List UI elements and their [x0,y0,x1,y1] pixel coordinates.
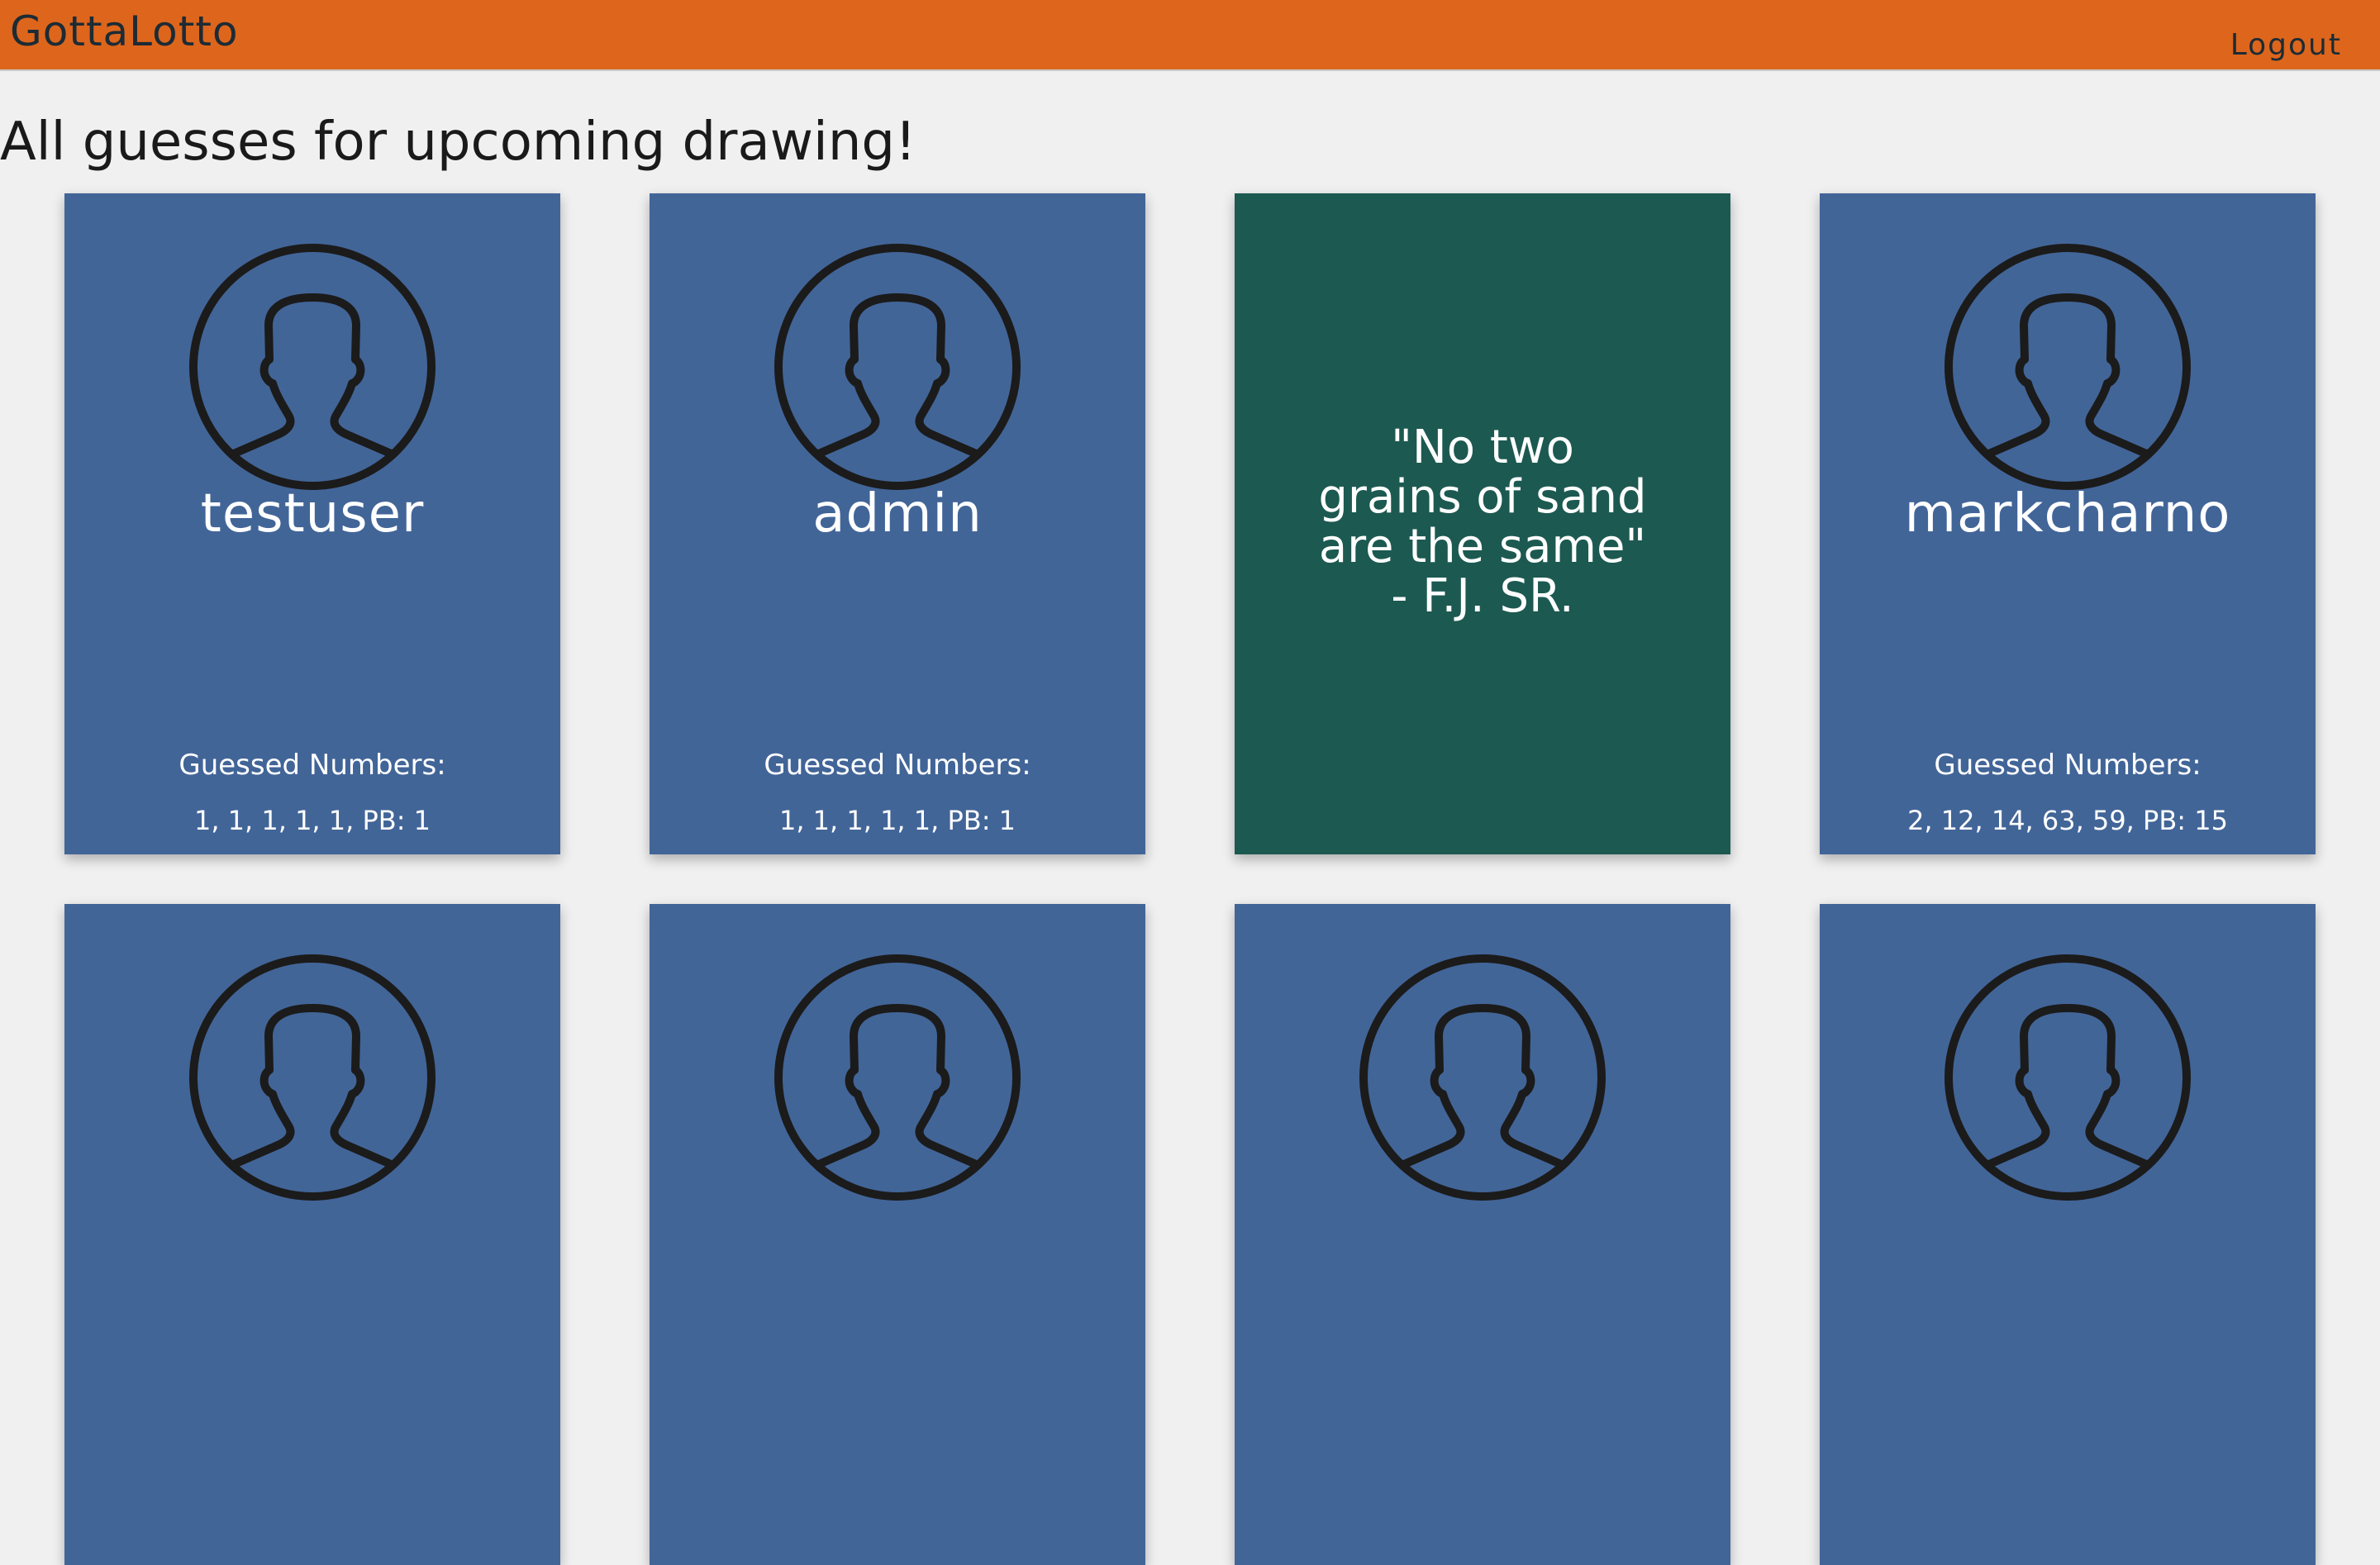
user-avatar-icon [1944,954,2191,1201]
guess-card [1820,904,2316,1565]
guess-card [64,904,560,1565]
guess-card [1235,904,1730,1565]
guess-card: testuser Guessed Numbers: 1, 1, 1, 1, 1,… [64,193,560,854]
guessed-numbers-values: 2, 12, 14, 63, 59, PB: 15 [1907,805,2228,836]
quote-text: "No two grains of sand are the same" - F… [1318,421,1647,623]
guessed-numbers-values: 1, 1, 1, 1, 1, PB: 1 [778,805,1016,836]
quote-card: "No two grains of sand are the same" - F… [1235,193,1730,854]
guesses-grid: testuser Guessed Numbers: 1, 1, 1, 1, 1,… [64,193,2317,1565]
guessed-numbers-values: 1, 1, 1, 1, 1, PB: 1 [193,805,431,836]
page-title: All guesses for upcoming drawing! [0,112,916,173]
card-username: markcharno [1904,483,2231,545]
user-avatar-icon [1359,954,1606,1201]
guess-card: markcharno Guessed Numbers: 2, 12, 14, 6… [1820,193,2316,854]
guess-card: admin Guessed Numbers: 1, 1, 1, 1, 1, PB… [650,193,1145,854]
logout-link[interactable]: Logout [2230,26,2342,64]
brand-logo[interactable]: GottaLotto [10,7,239,56]
user-avatar-icon [774,244,1021,490]
guess-card [650,904,1145,1565]
guessed-numbers-label: Guessed Numbers: [764,749,1031,782]
card-username: testuser [200,483,425,545]
guessed-numbers-label: Guessed Numbers: [1934,749,2202,782]
user-avatar-icon [189,954,436,1201]
card-username: admin [812,483,983,545]
user-avatar-icon [1944,244,2191,490]
user-avatar-icon [774,954,1021,1201]
user-avatar-icon [189,244,436,490]
top-navbar: GottaLotto Logout [0,0,2380,71]
guessed-numbers-label: Guessed Numbers: [178,749,446,782]
